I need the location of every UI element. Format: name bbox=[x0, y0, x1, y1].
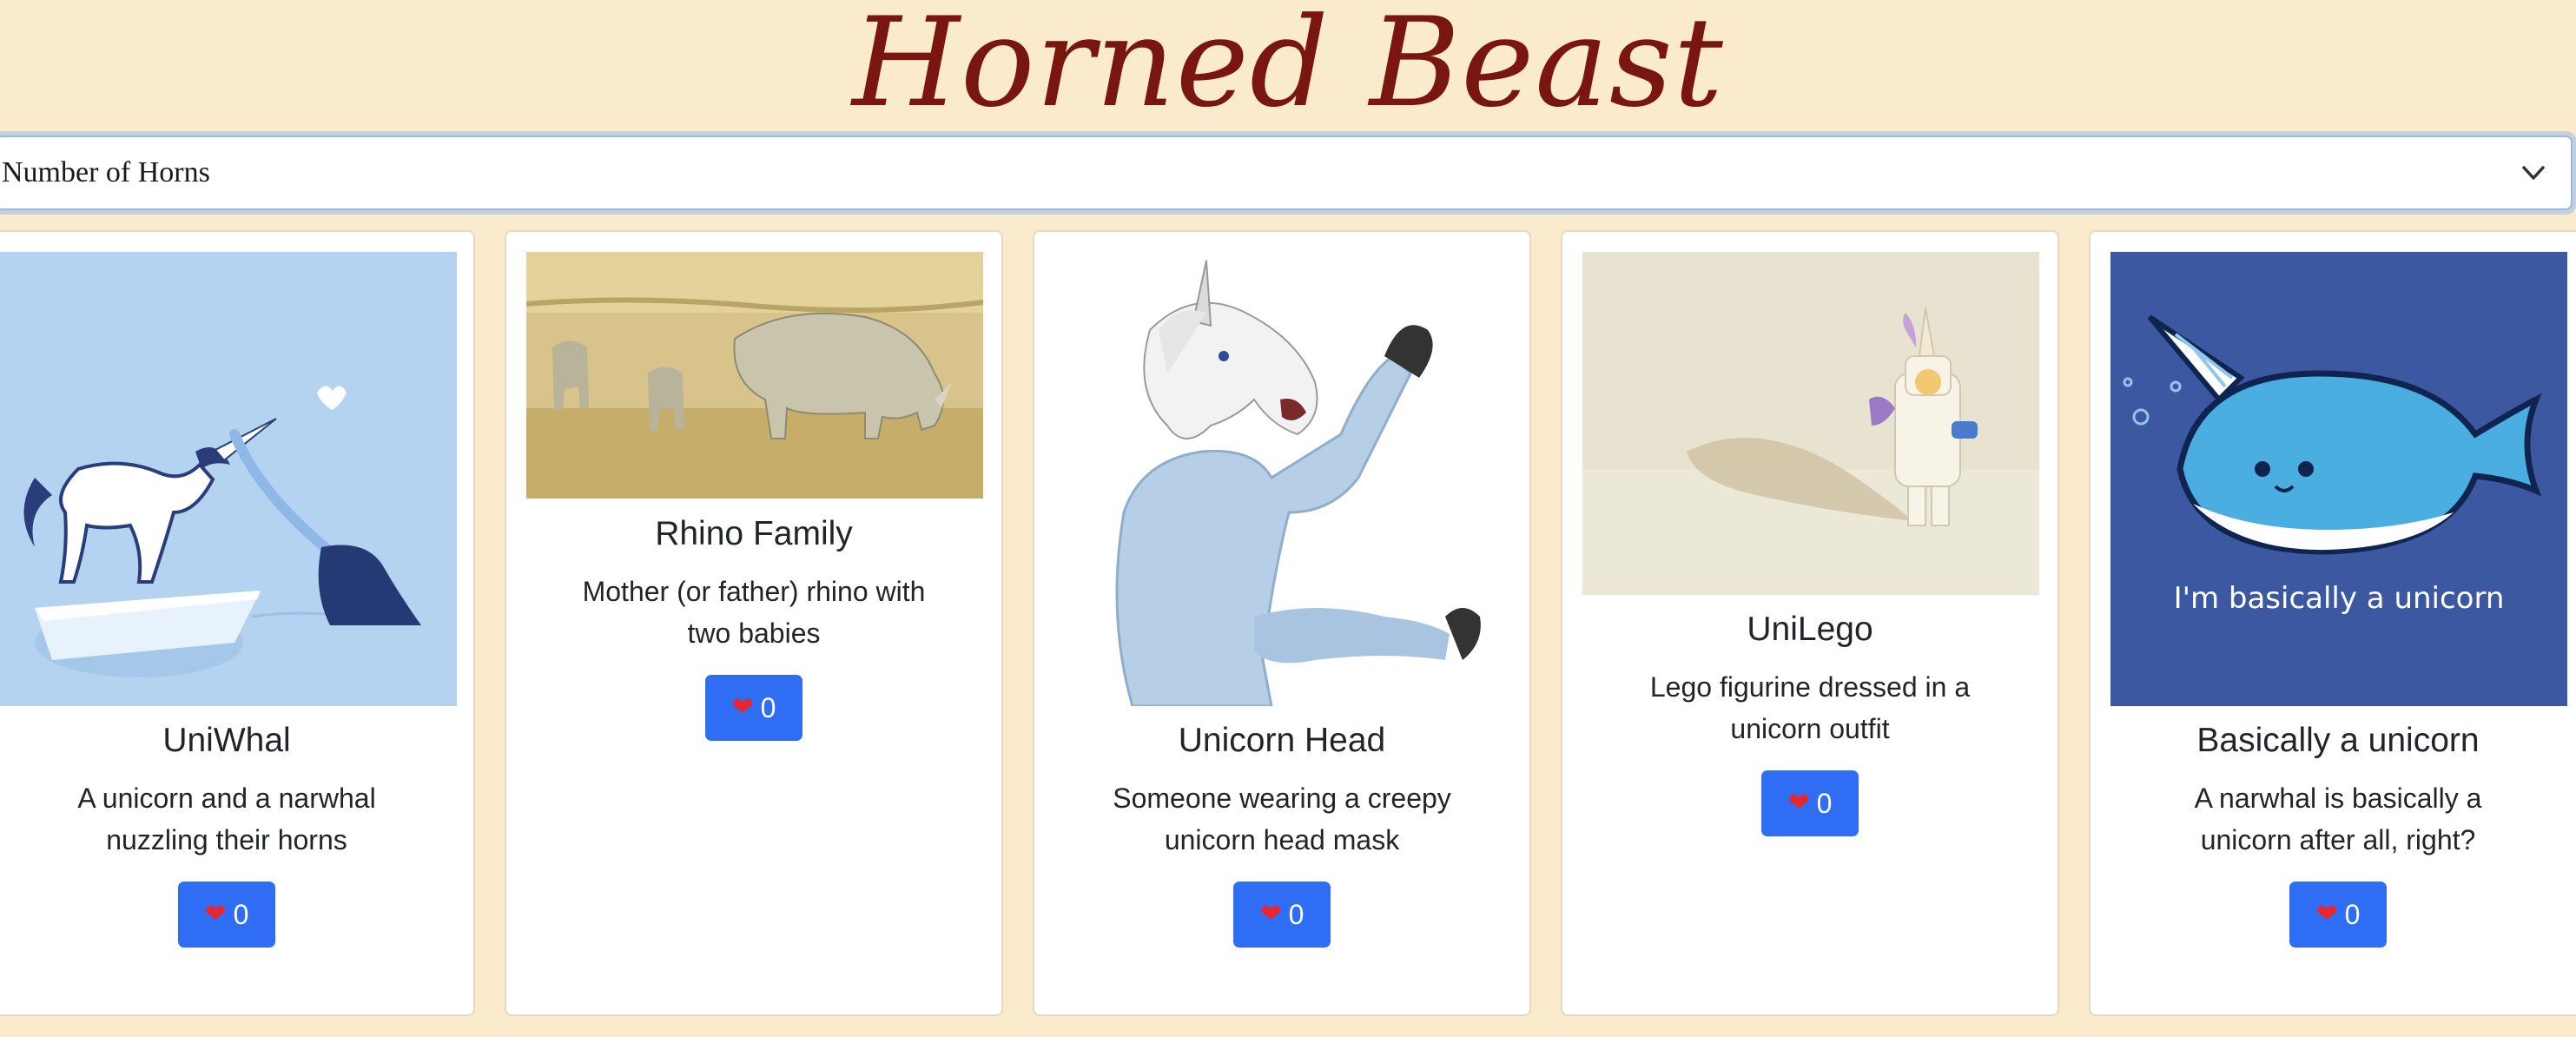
beast-description: A unicorn and a narwhal nuzzling their h… bbox=[77, 783, 376, 855]
vote-button[interactable]: ❤ 0 bbox=[1233, 882, 1331, 948]
beast-title: Unicorn Head bbox=[1178, 722, 1386, 759]
heart-icon: ❤ bbox=[731, 692, 754, 723]
vote-button[interactable]: ❤ 0 bbox=[1761, 770, 1859, 836]
vote-count: 0 bbox=[760, 691, 776, 723]
beast-title: Basically a unicorn bbox=[2196, 722, 2480, 759]
vote-button[interactable]: ❤ 0 bbox=[178, 882, 275, 948]
image-caption: I'm basically a unicorn bbox=[2174, 581, 2505, 616]
beast-title: UniWhal bbox=[162, 722, 291, 759]
page-title: Horned Beast bbox=[852, 0, 1724, 135]
chevron-down-icon bbox=[2522, 166, 2545, 180]
vote-count: 0 bbox=[1288, 898, 1305, 930]
vote-count: 0 bbox=[1816, 787, 1833, 819]
vote-count: 0 bbox=[2344, 898, 2361, 930]
beast-card: UniLego Lego figurine dressed in a unico… bbox=[1561, 230, 2059, 1016]
beast-image[interactable] bbox=[1582, 252, 2039, 595]
beast-card: UniWhal A unicorn and a narwhal nuzzling… bbox=[0, 230, 475, 1016]
vote-count: 0 bbox=[233, 898, 249, 930]
beast-image[interactable] bbox=[1054, 252, 1511, 706]
heart-icon: ❤ bbox=[1259, 899, 1282, 929]
beast-description: Someone wearing a creepy unicorn head ma… bbox=[1113, 783, 1451, 855]
heart-icon: ❤ bbox=[204, 899, 227, 929]
beast-card: I'm basically a unicorn Basically a unic… bbox=[2089, 230, 2576, 1016]
beast-card: Rhino Family Mother (or father) rhino wi… bbox=[505, 230, 1003, 1016]
beast-image[interactable]: I'm basically a unicorn bbox=[2110, 252, 2567, 706]
beast-title: Rhino Family bbox=[655, 515, 853, 552]
beast-image[interactable] bbox=[0, 252, 457, 706]
heart-icon: ❤ bbox=[1787, 788, 1810, 818]
filter-selected-value: Number of Horns bbox=[2, 156, 210, 188]
vote-button[interactable]: ❤ 0 bbox=[705, 675, 803, 741]
beast-image[interactable] bbox=[526, 252, 983, 499]
beast-description: Mother (or father) rhino with two babies bbox=[582, 576, 926, 649]
beast-description: A narwhal is basically a unicorn after a… bbox=[2194, 783, 2482, 855]
beast-description: Lego figurine dressed in a unicorn outfi… bbox=[1649, 671, 1971, 744]
beast-card: Unicorn Head Someone wearing a creepy un… bbox=[1033, 230, 1531, 1016]
vote-button[interactable]: ❤ 0 bbox=[2289, 882, 2387, 948]
beast-title: UniLego bbox=[1747, 611, 1873, 648]
heart-icon: ❤ bbox=[2315, 899, 2338, 929]
horns-filter-select[interactable]: Number of Horns bbox=[0, 135, 2573, 210]
